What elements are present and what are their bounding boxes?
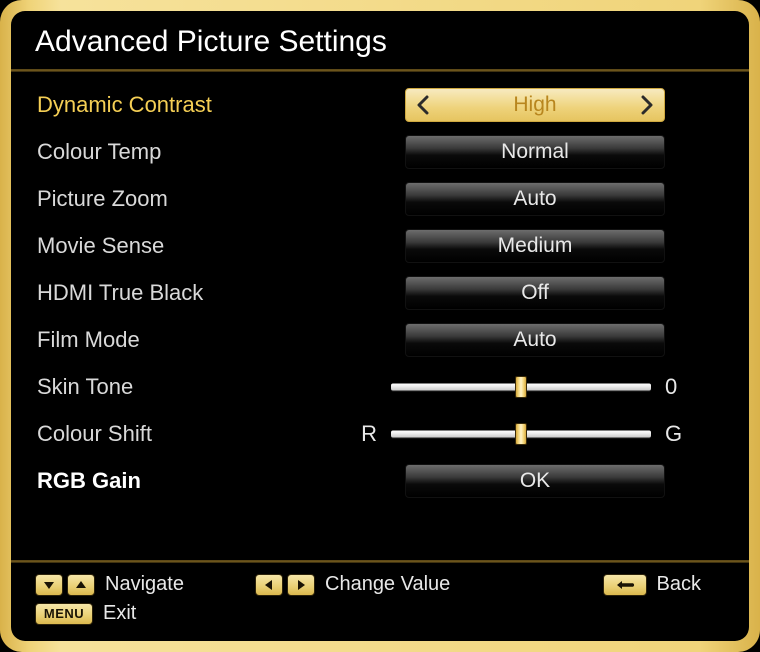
- key-back-icon: [603, 574, 647, 596]
- value-hdmi-true-black: Off: [521, 281, 549, 305]
- footer-legend: Navigate Change Value: [35, 560, 725, 625]
- slider-colour-shift-left: R: [345, 421, 377, 447]
- row-picture-zoom[interactable]: Picture Zoom Auto: [35, 180, 725, 218]
- chevron-left-icon[interactable]: [414, 92, 432, 118]
- row-skin-tone[interactable]: Skin Tone 0: [35, 368, 725, 406]
- settings-list: Dynamic Contrast High Colour Temp: [35, 86, 725, 500]
- label-colour-shift: Colour Shift: [35, 421, 345, 447]
- label-colour-temp: Colour Temp: [35, 139, 345, 165]
- button-rgb-gain-ok[interactable]: OK: [405, 464, 665, 498]
- nav-left-right-keys: [255, 574, 315, 596]
- label-dynamic-contrast: Dynamic Contrast: [35, 92, 345, 118]
- selector-movie-sense[interactable]: Medium: [405, 229, 665, 263]
- row-film-mode[interactable]: Film Mode Auto: [35, 321, 725, 359]
- settings-panel: Advanced Picture Settings Dynamic Contra…: [11, 11, 749, 641]
- row-rgb-gain[interactable]: RGB Gain OK: [35, 462, 725, 500]
- value-film-mode: Auto: [513, 328, 556, 352]
- row-colour-shift[interactable]: Colour Shift R G: [35, 415, 725, 453]
- label-film-mode: Film Mode: [35, 327, 345, 353]
- slider-skin-tone-right: 0: [665, 374, 697, 400]
- selector-colour-temp[interactable]: Normal: [405, 135, 665, 169]
- value-colour-temp: Normal: [501, 140, 569, 164]
- value-dynamic-contrast: High: [513, 93, 556, 117]
- slider-skin-tone[interactable]: [391, 376, 651, 398]
- legend-back: Back: [657, 573, 701, 596]
- key-menu: MENU: [35, 603, 93, 625]
- row-movie-sense[interactable]: Movie Sense Medium: [35, 227, 725, 265]
- key-down-icon: [35, 574, 63, 596]
- chevron-right-icon[interactable]: [638, 92, 656, 118]
- row-dynamic-contrast[interactable]: Dynamic Contrast High: [35, 86, 725, 124]
- selector-film-mode[interactable]: Auto: [405, 323, 665, 357]
- title-divider: [11, 69, 749, 72]
- selector-dynamic-contrast[interactable]: High: [405, 88, 665, 122]
- tv-osd-frame: Advanced Picture Settings Dynamic Contra…: [0, 0, 760, 652]
- page-title: Advanced Picture Settings: [35, 25, 725, 69]
- nav-up-down-keys: [35, 574, 95, 596]
- label-hdmi-true-black: HDMI True Black: [35, 280, 345, 306]
- label-skin-tone: Skin Tone: [35, 374, 345, 400]
- selector-picture-zoom[interactable]: Auto: [405, 182, 665, 216]
- label-picture-zoom: Picture Zoom: [35, 186, 345, 212]
- legend-navigate: Navigate: [105, 573, 184, 596]
- slider-skin-tone-wrap: 0: [345, 374, 725, 400]
- value-picture-zoom: Auto: [513, 187, 556, 211]
- slider-colour-shift-wrap: R G: [345, 421, 725, 447]
- key-right-icon: [287, 574, 315, 596]
- row-hdmi-true-black[interactable]: HDMI True Black Off: [35, 274, 725, 312]
- value-movie-sense: Medium: [498, 234, 573, 258]
- label-rgb-gain: RGB Gain: [35, 468, 345, 494]
- slider-thumb[interactable]: [515, 376, 527, 398]
- key-up-icon: [67, 574, 95, 596]
- legend-exit: Exit: [103, 602, 136, 625]
- label-movie-sense: Movie Sense: [35, 233, 345, 259]
- legend-change-value: Change Value: [325, 573, 450, 596]
- slider-colour-shift[interactable]: [391, 423, 651, 445]
- footer-divider: [11, 560, 749, 563]
- row-colour-temp[interactable]: Colour Temp Normal: [35, 133, 725, 171]
- key-left-icon: [255, 574, 283, 596]
- value-rgb-gain: OK: [520, 469, 550, 493]
- slider-thumb[interactable]: [515, 423, 527, 445]
- slider-colour-shift-right: G: [665, 421, 697, 447]
- selector-hdmi-true-black[interactable]: Off: [405, 276, 665, 310]
